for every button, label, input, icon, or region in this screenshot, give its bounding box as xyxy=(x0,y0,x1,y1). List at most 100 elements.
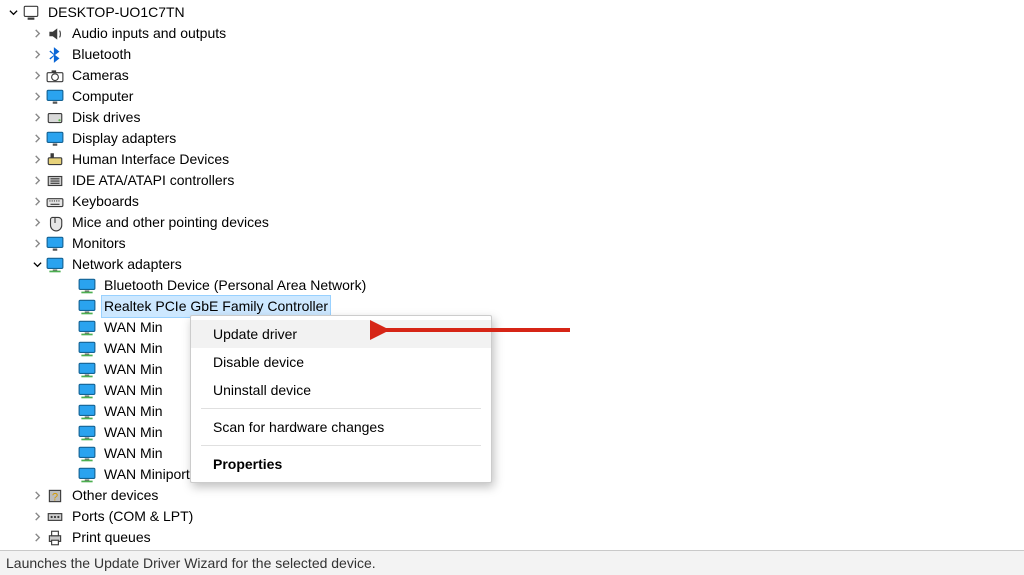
chevron-right-icon[interactable] xyxy=(30,27,44,41)
category-node[interactable]: Cameras xyxy=(0,65,1024,86)
network-icon xyxy=(78,424,96,442)
bluetooth-icon xyxy=(46,46,64,64)
category-label: Human Interface Devices xyxy=(70,149,231,170)
category-node[interactable]: ? Other devices xyxy=(0,485,1024,506)
context-menu-item[interactable]: Scan for hardware changes xyxy=(191,413,491,441)
category-label: Audio inputs and outputs xyxy=(70,23,228,44)
category-node[interactable]: Print queues xyxy=(0,527,1024,548)
computer-icon xyxy=(22,4,40,22)
chevron-right-icon[interactable] xyxy=(30,174,44,188)
svg-text:?: ? xyxy=(52,491,58,503)
network-icon xyxy=(78,466,96,484)
category-node[interactable]: Monitors xyxy=(0,233,1024,254)
chevron-right-icon[interactable] xyxy=(30,216,44,230)
category-label: Other devices xyxy=(70,485,160,506)
chevron-right-icon[interactable] xyxy=(30,48,44,62)
chevron-right-icon xyxy=(62,405,76,419)
printer-icon xyxy=(46,529,64,547)
context-menu-item[interactable]: Properties xyxy=(191,450,491,478)
chevron-down-icon[interactable] xyxy=(6,6,20,20)
context-menu-item[interactable]: Update driver xyxy=(191,320,491,348)
root-label: DESKTOP-UO1C7TN xyxy=(46,2,187,23)
chevron-right-icon[interactable] xyxy=(30,69,44,83)
chevron-right-icon xyxy=(62,447,76,461)
network-device-label: WAN Min xyxy=(102,359,165,380)
context-menu-separator xyxy=(201,408,481,409)
status-text: Launches the Update Driver Wizard for th… xyxy=(6,555,376,571)
keyboard-icon xyxy=(46,193,64,211)
chevron-right-icon xyxy=(62,384,76,398)
category-label: Display adapters xyxy=(70,128,178,149)
network-icon xyxy=(78,445,96,463)
status-bar: Launches the Update Driver Wizard for th… xyxy=(0,550,1024,575)
chevron-right-icon xyxy=(62,363,76,377)
network-device-node[interactable]: WAN Min xyxy=(0,422,1024,443)
chevron-right-icon xyxy=(62,321,76,335)
category-node[interactable]: Display adapters xyxy=(0,128,1024,149)
category-node[interactable]: Disk drives xyxy=(0,107,1024,128)
network-icon xyxy=(78,382,96,400)
network-icon xyxy=(78,277,96,295)
context-menu-item[interactable]: Disable device xyxy=(191,348,491,376)
network-device-label: Bluetooth Device (Personal Area Network) xyxy=(102,275,368,296)
network-icon xyxy=(78,403,96,421)
context-menu-item[interactable]: Uninstall device xyxy=(191,376,491,404)
network-device-label: WAN Min xyxy=(102,443,165,464)
category-label: Network adapters xyxy=(70,254,184,275)
ide-icon xyxy=(46,172,64,190)
monitor-icon xyxy=(46,88,64,106)
chevron-right-icon[interactable] xyxy=(30,132,44,146)
root-node[interactable]: DESKTOP-UO1C7TN xyxy=(0,2,1024,23)
speaker-icon xyxy=(46,25,64,43)
other-icon: ? xyxy=(46,487,64,505)
category-node[interactable]: Mice and other pointing devices xyxy=(0,212,1024,233)
category-node[interactable]: Ports (COM & LPT) xyxy=(0,506,1024,527)
network-device-label: WAN Min xyxy=(102,422,165,443)
network-device-label: WAN Min xyxy=(102,401,165,422)
network-device-node[interactable]: WAN Min xyxy=(0,359,1024,380)
category-label: Monitors xyxy=(70,233,128,254)
category-label: Keyboards xyxy=(70,191,141,212)
network-device-node[interactable]: WAN Min xyxy=(0,338,1024,359)
context-menu[interactable]: Update driverDisable deviceUninstall dev… xyxy=(190,315,492,483)
context-menu-separator xyxy=(201,445,481,446)
chevron-right-icon[interactable] xyxy=(30,489,44,503)
network-icon xyxy=(46,256,64,274)
chevron-right-icon[interactable] xyxy=(30,111,44,125)
network-device-node[interactable]: WAN Min xyxy=(0,443,1024,464)
category-label: Ports (COM & LPT) xyxy=(70,506,195,527)
chevron-right-icon xyxy=(62,342,76,356)
chevron-down-icon[interactable] xyxy=(30,258,44,272)
device-tree[interactable]: DESKTOP-UO1C7TNAudio inputs and outputsB… xyxy=(0,0,1024,548)
category-node[interactable]: Audio inputs and outputs xyxy=(0,23,1024,44)
device-manager-window: DESKTOP-UO1C7TNAudio inputs and outputsB… xyxy=(0,0,1024,575)
mouse-icon xyxy=(46,214,64,232)
monitor-icon xyxy=(46,235,64,253)
chevron-right-icon xyxy=(62,468,76,482)
category-node[interactable]: Human Interface Devices xyxy=(0,149,1024,170)
category-network[interactable]: Network adapters xyxy=(0,254,1024,275)
chevron-right-icon[interactable] xyxy=(30,153,44,167)
chevron-right-icon[interactable] xyxy=(30,531,44,545)
network-device-node[interactable]: Realtek PCIe GbE Family Controller xyxy=(0,296,1024,317)
category-node[interactable]: Computer xyxy=(0,86,1024,107)
network-device-node[interactable]: WAN Min xyxy=(0,317,1024,338)
chevron-right-icon xyxy=(62,300,76,314)
category-node[interactable]: IDE ATA/ATAPI controllers xyxy=(0,170,1024,191)
network-icon xyxy=(78,340,96,358)
network-device-node[interactable]: WAN Min xyxy=(0,380,1024,401)
network-device-node[interactable]: Bluetooth Device (Personal Area Network) xyxy=(0,275,1024,296)
chevron-right-icon[interactable] xyxy=(30,237,44,251)
category-label: Computer xyxy=(70,86,135,107)
category-label: IDE ATA/ATAPI controllers xyxy=(70,170,236,191)
chevron-right-icon[interactable] xyxy=(30,90,44,104)
chevron-right-icon[interactable] xyxy=(30,195,44,209)
category-label: Mice and other pointing devices xyxy=(70,212,271,233)
category-node[interactable]: Bluetooth xyxy=(0,44,1024,65)
hid-icon xyxy=(46,151,64,169)
network-device-node[interactable]: WAN Min xyxy=(0,401,1024,422)
category-node[interactable]: Keyboards xyxy=(0,191,1024,212)
chevron-right-icon[interactable] xyxy=(30,510,44,524)
network-device-node[interactable]: WAN Miniport (SSTP) xyxy=(0,464,1024,485)
category-label: Bluetooth xyxy=(70,44,133,65)
